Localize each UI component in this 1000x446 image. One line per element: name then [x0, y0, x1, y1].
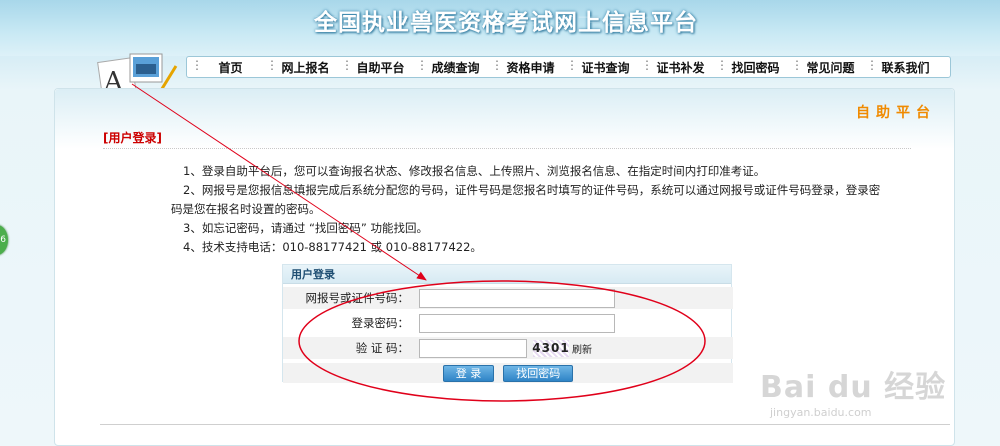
panel-top-gradient: [55, 89, 954, 149]
login-form-header: 用户登录: [283, 265, 731, 284]
main-nav: 首页 网上报名 自助平台 成绩查询 资格申请 证书查询 证书补发 找回密码 常见…: [186, 56, 951, 78]
captcha-row: 验 证 码： 4301 刷新: [283, 337, 733, 359]
nav-home[interactable]: 首页: [191, 58, 268, 76]
password-label: 登录密码：: [351, 316, 410, 330]
id-input[interactable]: [419, 288, 615, 308]
nav-online-registration[interactable]: 网上报名: [266, 58, 343, 76]
section-label: [用户登录]: [103, 131, 162, 145]
site-title-reflection: 全国执业兽医资格考试网上信息平台: [314, 14, 698, 26]
panel-heading: 自助平台: [856, 105, 936, 121]
recover-password-button[interactable]: 找回密码: [503, 364, 574, 382]
watermark-sub: jingyan.baidu.com: [770, 406, 872, 419]
captcha-image: 4301: [532, 339, 570, 357]
instructions: 1、登录自助平台后，您可以查询报名状态、修改报名信息、上传照片、浏览报名信息、在…: [171, 162, 881, 257]
captcha-input[interactable]: [419, 338, 527, 358]
nav-faq[interactable]: 常见问题: [791, 58, 868, 76]
instruction-line: 码是您在报名时设置的密码。: [171, 202, 321, 216]
nav-qualification-apply[interactable]: 资格申请: [491, 58, 568, 76]
section-divider: [103, 148, 911, 149]
nav-certificate-reissue[interactable]: 证书补发: [641, 58, 718, 76]
password-input[interactable]: [419, 313, 615, 333]
instruction-line: 3、如忘记密码，请通过 “找回密码” 功能找回。: [183, 221, 429, 235]
id-row: 网报号或证件号码：: [283, 287, 733, 309]
nav-certificate-query[interactable]: 证书查询: [566, 58, 643, 76]
login-form: 用户登录 网报号或证件号码： 登录密码： 验 证 码： 4301 刷新 登 录 …: [282, 264, 733, 383]
password-row: 登录密码：: [283, 312, 733, 334]
instruction-line: 1、登录自助平台后，您可以查询报名状态、修改报名信息、上传照片、浏览报名信息、在…: [183, 164, 766, 178]
nav-score-query[interactable]: 成绩查询: [416, 58, 493, 76]
watermark: Bai du 经验 jingyan.baidu.com: [760, 362, 947, 419]
instruction-line: 4、技术支持电话：010-88177421 或 010-88177422。: [183, 240, 482, 254]
captcha-refresh-link[interactable]: 刷新: [572, 341, 592, 356]
watermark-main: Bai du 经验: [760, 370, 947, 405]
login-button[interactable]: 登 录: [442, 364, 495, 382]
id-label: 网报号或证件号码：: [305, 291, 410, 305]
nav-self-service[interactable]: 自助平台: [341, 58, 418, 76]
nav-recover-password[interactable]: 找回密码: [716, 58, 793, 76]
side-badge[interactable]: 6: [0, 225, 8, 255]
nav-contact[interactable]: 联系我们: [866, 58, 943, 76]
captcha-label: 验 证 码：: [355, 341, 409, 355]
button-row: 登 录 找回密码: [283, 363, 733, 383]
bottom-divider: [100, 424, 950, 425]
instruction-line: 2、网报号是您报信息填报完成后系统分配您的号码，证件号码是您报名时填写的证件号码…: [183, 183, 881, 197]
